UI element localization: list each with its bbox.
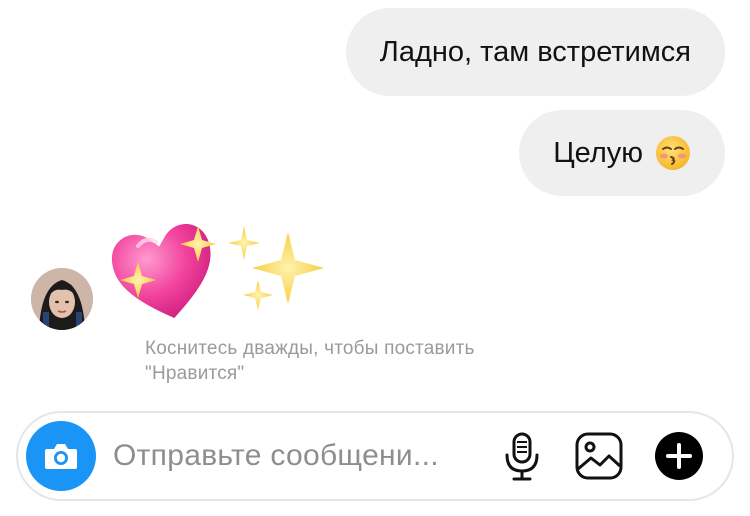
plus-icon: [666, 443, 692, 469]
incoming-emoji-message[interactable]: [110, 214, 336, 326]
message-text: Ладно, там встретимся: [379, 35, 691, 68]
message-input[interactable]: Отправьте сообщени...: [113, 413, 439, 499]
hint-line: Коснитесь дважды, чтобы поставить: [145, 338, 475, 359]
camera-icon: [45, 444, 77, 469]
kissing-closed-eyes-emoji: [656, 136, 690, 170]
avatar-image: [31, 268, 93, 330]
microphone-icon: [505, 432, 539, 481]
message-text: Целую: [553, 136, 643, 169]
message-composer: Отправьте сообщени...: [16, 411, 734, 501]
more-options-button[interactable]: [655, 432, 703, 480]
camera-button[interactable]: [26, 421, 96, 491]
gallery-icon: [575, 432, 623, 480]
avatar[interactable]: [31, 268, 93, 330]
sparkles-emoji: [228, 226, 324, 310]
hint-line: "Нравится": [145, 363, 245, 384]
sparkling-heart-emoji: [111, 224, 216, 319]
outgoing-message-bubble[interactable]: Целую: [519, 110, 725, 196]
gallery-button[interactable]: [574, 431, 624, 481]
emoji-group: [111, 224, 324, 319]
voice-message-button[interactable]: [502, 431, 542, 483]
outgoing-message-bubble[interactable]: Ладно, там встретимся: [345, 8, 725, 96]
double-tap-like-hint: Коснитесь дважды, чтобы поставить "Нрави…: [145, 336, 605, 386]
